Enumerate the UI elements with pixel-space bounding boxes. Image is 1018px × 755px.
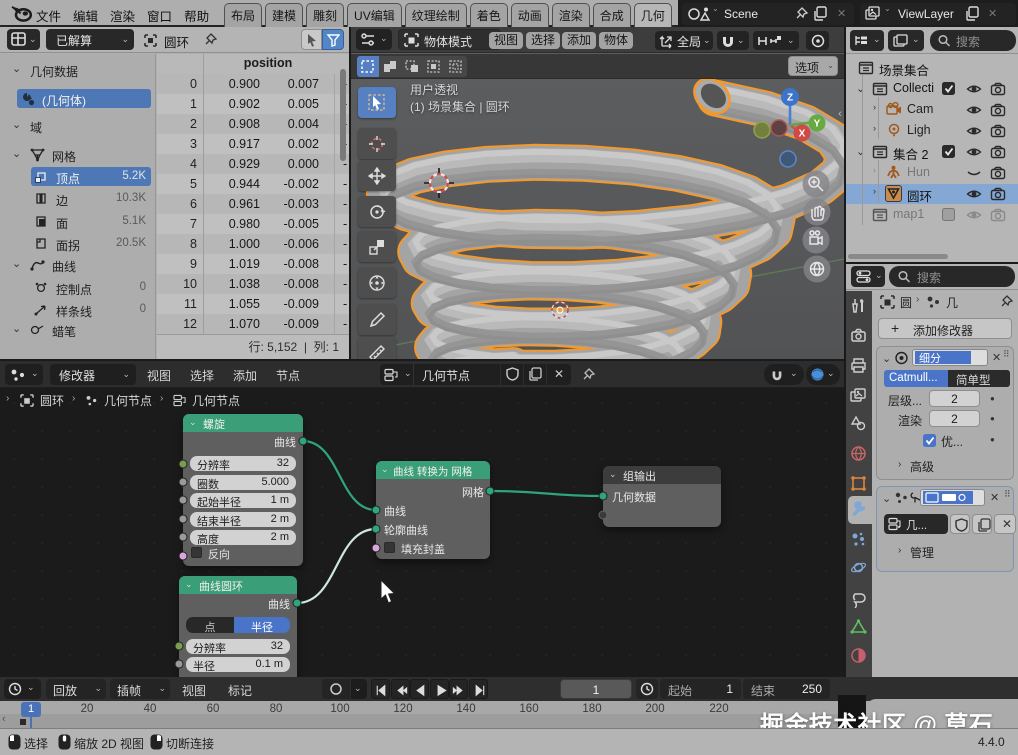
- svg-text:Y: Y: [814, 119, 821, 130]
- svg-text:Z: Z: [787, 93, 793, 104]
- svg-text:‹: ‹: [838, 108, 842, 120]
- svg-text:X: X: [799, 129, 806, 140]
